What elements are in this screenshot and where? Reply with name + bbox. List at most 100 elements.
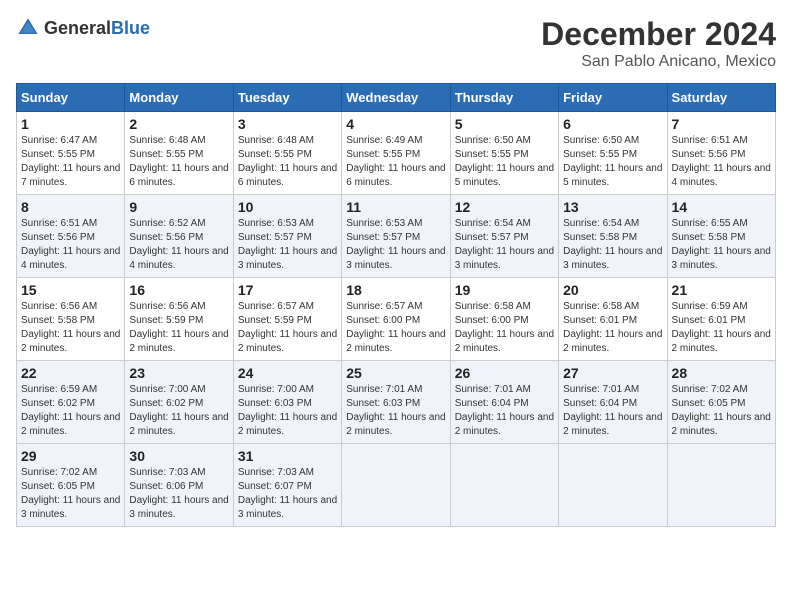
day-info: Sunrise: 7:02 AMSunset: 6:05 PMDaylight:… — [21, 466, 120, 522]
day-info: Sunrise: 6:56 AMSunset: 5:58 PMDaylight:… — [21, 300, 120, 356]
table-row: 3 Sunrise: 6:48 AMSunset: 5:55 PMDayligh… — [233, 112, 341, 195]
day-number: 15 — [21, 282, 120, 298]
day-number: 31 — [238, 448, 337, 464]
day-number: 2 — [129, 116, 228, 132]
day-info: Sunrise: 6:57 AMSunset: 6:00 PMDaylight:… — [346, 300, 445, 356]
table-row: 29 Sunrise: 7:02 AMSunset: 6:05 PMDaylig… — [17, 444, 125, 527]
day-info: Sunrise: 6:58 AMSunset: 6:01 PMDaylight:… — [563, 300, 662, 356]
calendar-week-row: 29 Sunrise: 7:02 AMSunset: 6:05 PMDaylig… — [17, 444, 776, 527]
table-row: 19 Sunrise: 6:58 AMSunset: 6:00 PMDaylig… — [450, 278, 558, 361]
table-row: 25 Sunrise: 7:01 AMSunset: 6:03 PMDaylig… — [342, 361, 450, 444]
day-info: Sunrise: 6:57 AMSunset: 5:59 PMDaylight:… — [238, 300, 337, 356]
day-info: Sunrise: 6:48 AMSunset: 5:55 PMDaylight:… — [238, 134, 337, 190]
table-row: 31 Sunrise: 7:03 AMSunset: 6:07 PMDaylig… — [233, 444, 341, 527]
day-info: Sunrise: 6:50 AMSunset: 5:55 PMDaylight:… — [563, 134, 662, 190]
day-number: 1 — [21, 116, 120, 132]
day-number: 16 — [129, 282, 228, 298]
table-row: 27 Sunrise: 7:01 AMSunset: 6:04 PMDaylig… — [559, 361, 667, 444]
col-thursday: Thursday — [450, 84, 558, 112]
day-info: Sunrise: 6:53 AMSunset: 5:57 PMDaylight:… — [238, 217, 337, 273]
table-row — [667, 444, 775, 527]
table-row: 11 Sunrise: 6:53 AMSunset: 5:57 PMDaylig… — [342, 195, 450, 278]
day-number: 14 — [672, 199, 771, 215]
day-info: Sunrise: 6:51 AMSunset: 5:56 PMDaylight:… — [21, 217, 120, 273]
location-title: San Pablo Anicano, Mexico — [541, 53, 776, 71]
day-info: Sunrise: 6:47 AMSunset: 5:55 PMDaylight:… — [21, 134, 120, 190]
day-number: 25 — [346, 365, 445, 381]
day-info: Sunrise: 6:58 AMSunset: 6:00 PMDaylight:… — [455, 300, 554, 356]
day-info: Sunrise: 7:01 AMSunset: 6:03 PMDaylight:… — [346, 383, 445, 439]
day-number: 12 — [455, 199, 554, 215]
col-saturday: Saturday — [667, 84, 775, 112]
table-row: 30 Sunrise: 7:03 AMSunset: 6:06 PMDaylig… — [125, 444, 233, 527]
col-monday: Monday — [125, 84, 233, 112]
table-row: 12 Sunrise: 6:54 AMSunset: 5:57 PMDaylig… — [450, 195, 558, 278]
table-row: 4 Sunrise: 6:49 AMSunset: 5:55 PMDayligh… — [342, 112, 450, 195]
logo-icon — [16, 16, 40, 40]
calendar-week-row: 8 Sunrise: 6:51 AMSunset: 5:56 PMDayligh… — [17, 195, 776, 278]
table-row: 10 Sunrise: 6:53 AMSunset: 5:57 PMDaylig… — [233, 195, 341, 278]
table-row: 16 Sunrise: 6:56 AMSunset: 5:59 PMDaylig… — [125, 278, 233, 361]
calendar-header-row: Sunday Monday Tuesday Wednesday Thursday… — [17, 84, 776, 112]
day-number: 28 — [672, 365, 771, 381]
day-info: Sunrise: 7:03 AMSunset: 6:07 PMDaylight:… — [238, 466, 337, 522]
table-row: 2 Sunrise: 6:48 AMSunset: 5:55 PMDayligh… — [125, 112, 233, 195]
day-info: Sunrise: 6:55 AMSunset: 5:58 PMDaylight:… — [672, 217, 771, 273]
table-row: 24 Sunrise: 7:00 AMSunset: 6:03 PMDaylig… — [233, 361, 341, 444]
table-row: 20 Sunrise: 6:58 AMSunset: 6:01 PMDaylig… — [559, 278, 667, 361]
calendar-week-row: 22 Sunrise: 6:59 AMSunset: 6:02 PMDaylig… — [17, 361, 776, 444]
logo-blue: Blue — [111, 18, 150, 38]
day-number: 6 — [563, 116, 662, 132]
day-number: 18 — [346, 282, 445, 298]
table-row: 8 Sunrise: 6:51 AMSunset: 5:56 PMDayligh… — [17, 195, 125, 278]
day-number: 27 — [563, 365, 662, 381]
day-info: Sunrise: 7:00 AMSunset: 6:02 PMDaylight:… — [129, 383, 228, 439]
day-info: Sunrise: 6:49 AMSunset: 5:55 PMDaylight:… — [346, 134, 445, 190]
day-info: Sunrise: 6:59 AMSunset: 6:01 PMDaylight:… — [672, 300, 771, 356]
day-number: 4 — [346, 116, 445, 132]
day-number: 5 — [455, 116, 554, 132]
table-row — [450, 444, 558, 527]
day-number: 10 — [238, 199, 337, 215]
table-row: 1 Sunrise: 6:47 AMSunset: 5:55 PMDayligh… — [17, 112, 125, 195]
title-block: December 2024 San Pablo Anicano, Mexico — [541, 16, 776, 71]
table-row: 26 Sunrise: 7:01 AMSunset: 6:04 PMDaylig… — [450, 361, 558, 444]
calendar-table: Sunday Monday Tuesday Wednesday Thursday… — [16, 83, 776, 527]
day-info: Sunrise: 7:02 AMSunset: 6:05 PMDaylight:… — [672, 383, 771, 439]
day-info: Sunrise: 6:51 AMSunset: 5:56 PMDaylight:… — [672, 134, 771, 190]
logo: GeneralBlue — [16, 16, 150, 40]
day-number: 3 — [238, 116, 337, 132]
day-info: Sunrise: 6:52 AMSunset: 5:56 PMDaylight:… — [129, 217, 228, 273]
day-info: Sunrise: 6:50 AMSunset: 5:55 PMDaylight:… — [455, 134, 554, 190]
calendar-week-row: 1 Sunrise: 6:47 AMSunset: 5:55 PMDayligh… — [17, 112, 776, 195]
day-number: 9 — [129, 199, 228, 215]
day-number: 7 — [672, 116, 771, 132]
day-info: Sunrise: 6:59 AMSunset: 6:02 PMDaylight:… — [21, 383, 120, 439]
day-info: Sunrise: 7:00 AMSunset: 6:03 PMDaylight:… — [238, 383, 337, 439]
table-row: 21 Sunrise: 6:59 AMSunset: 6:01 PMDaylig… — [667, 278, 775, 361]
day-number: 11 — [346, 199, 445, 215]
logo-text: GeneralBlue — [44, 18, 150, 39]
day-number: 23 — [129, 365, 228, 381]
day-info: Sunrise: 7:01 AMSunset: 6:04 PMDaylight:… — [563, 383, 662, 439]
day-number: 30 — [129, 448, 228, 464]
calendar-week-row: 15 Sunrise: 6:56 AMSunset: 5:58 PMDaylig… — [17, 278, 776, 361]
day-info: Sunrise: 6:56 AMSunset: 5:59 PMDaylight:… — [129, 300, 228, 356]
day-info: Sunrise: 6:54 AMSunset: 5:57 PMDaylight:… — [455, 217, 554, 273]
day-number: 26 — [455, 365, 554, 381]
table-row: 9 Sunrise: 6:52 AMSunset: 5:56 PMDayligh… — [125, 195, 233, 278]
table-row: 14 Sunrise: 6:55 AMSunset: 5:58 PMDaylig… — [667, 195, 775, 278]
page-header: GeneralBlue December 2024 San Pablo Anic… — [16, 16, 776, 71]
day-number: 21 — [672, 282, 771, 298]
logo-general: General — [44, 18, 111, 38]
day-info: Sunrise: 6:54 AMSunset: 5:58 PMDaylight:… — [563, 217, 662, 273]
day-info: Sunrise: 7:01 AMSunset: 6:04 PMDaylight:… — [455, 383, 554, 439]
table-row: 5 Sunrise: 6:50 AMSunset: 5:55 PMDayligh… — [450, 112, 558, 195]
day-number: 29 — [21, 448, 120, 464]
table-row: 7 Sunrise: 6:51 AMSunset: 5:56 PMDayligh… — [667, 112, 775, 195]
table-row — [342, 444, 450, 527]
table-row: 28 Sunrise: 7:02 AMSunset: 6:05 PMDaylig… — [667, 361, 775, 444]
table-row: 15 Sunrise: 6:56 AMSunset: 5:58 PMDaylig… — [17, 278, 125, 361]
table-row: 6 Sunrise: 6:50 AMSunset: 5:55 PMDayligh… — [559, 112, 667, 195]
day-number: 8 — [21, 199, 120, 215]
